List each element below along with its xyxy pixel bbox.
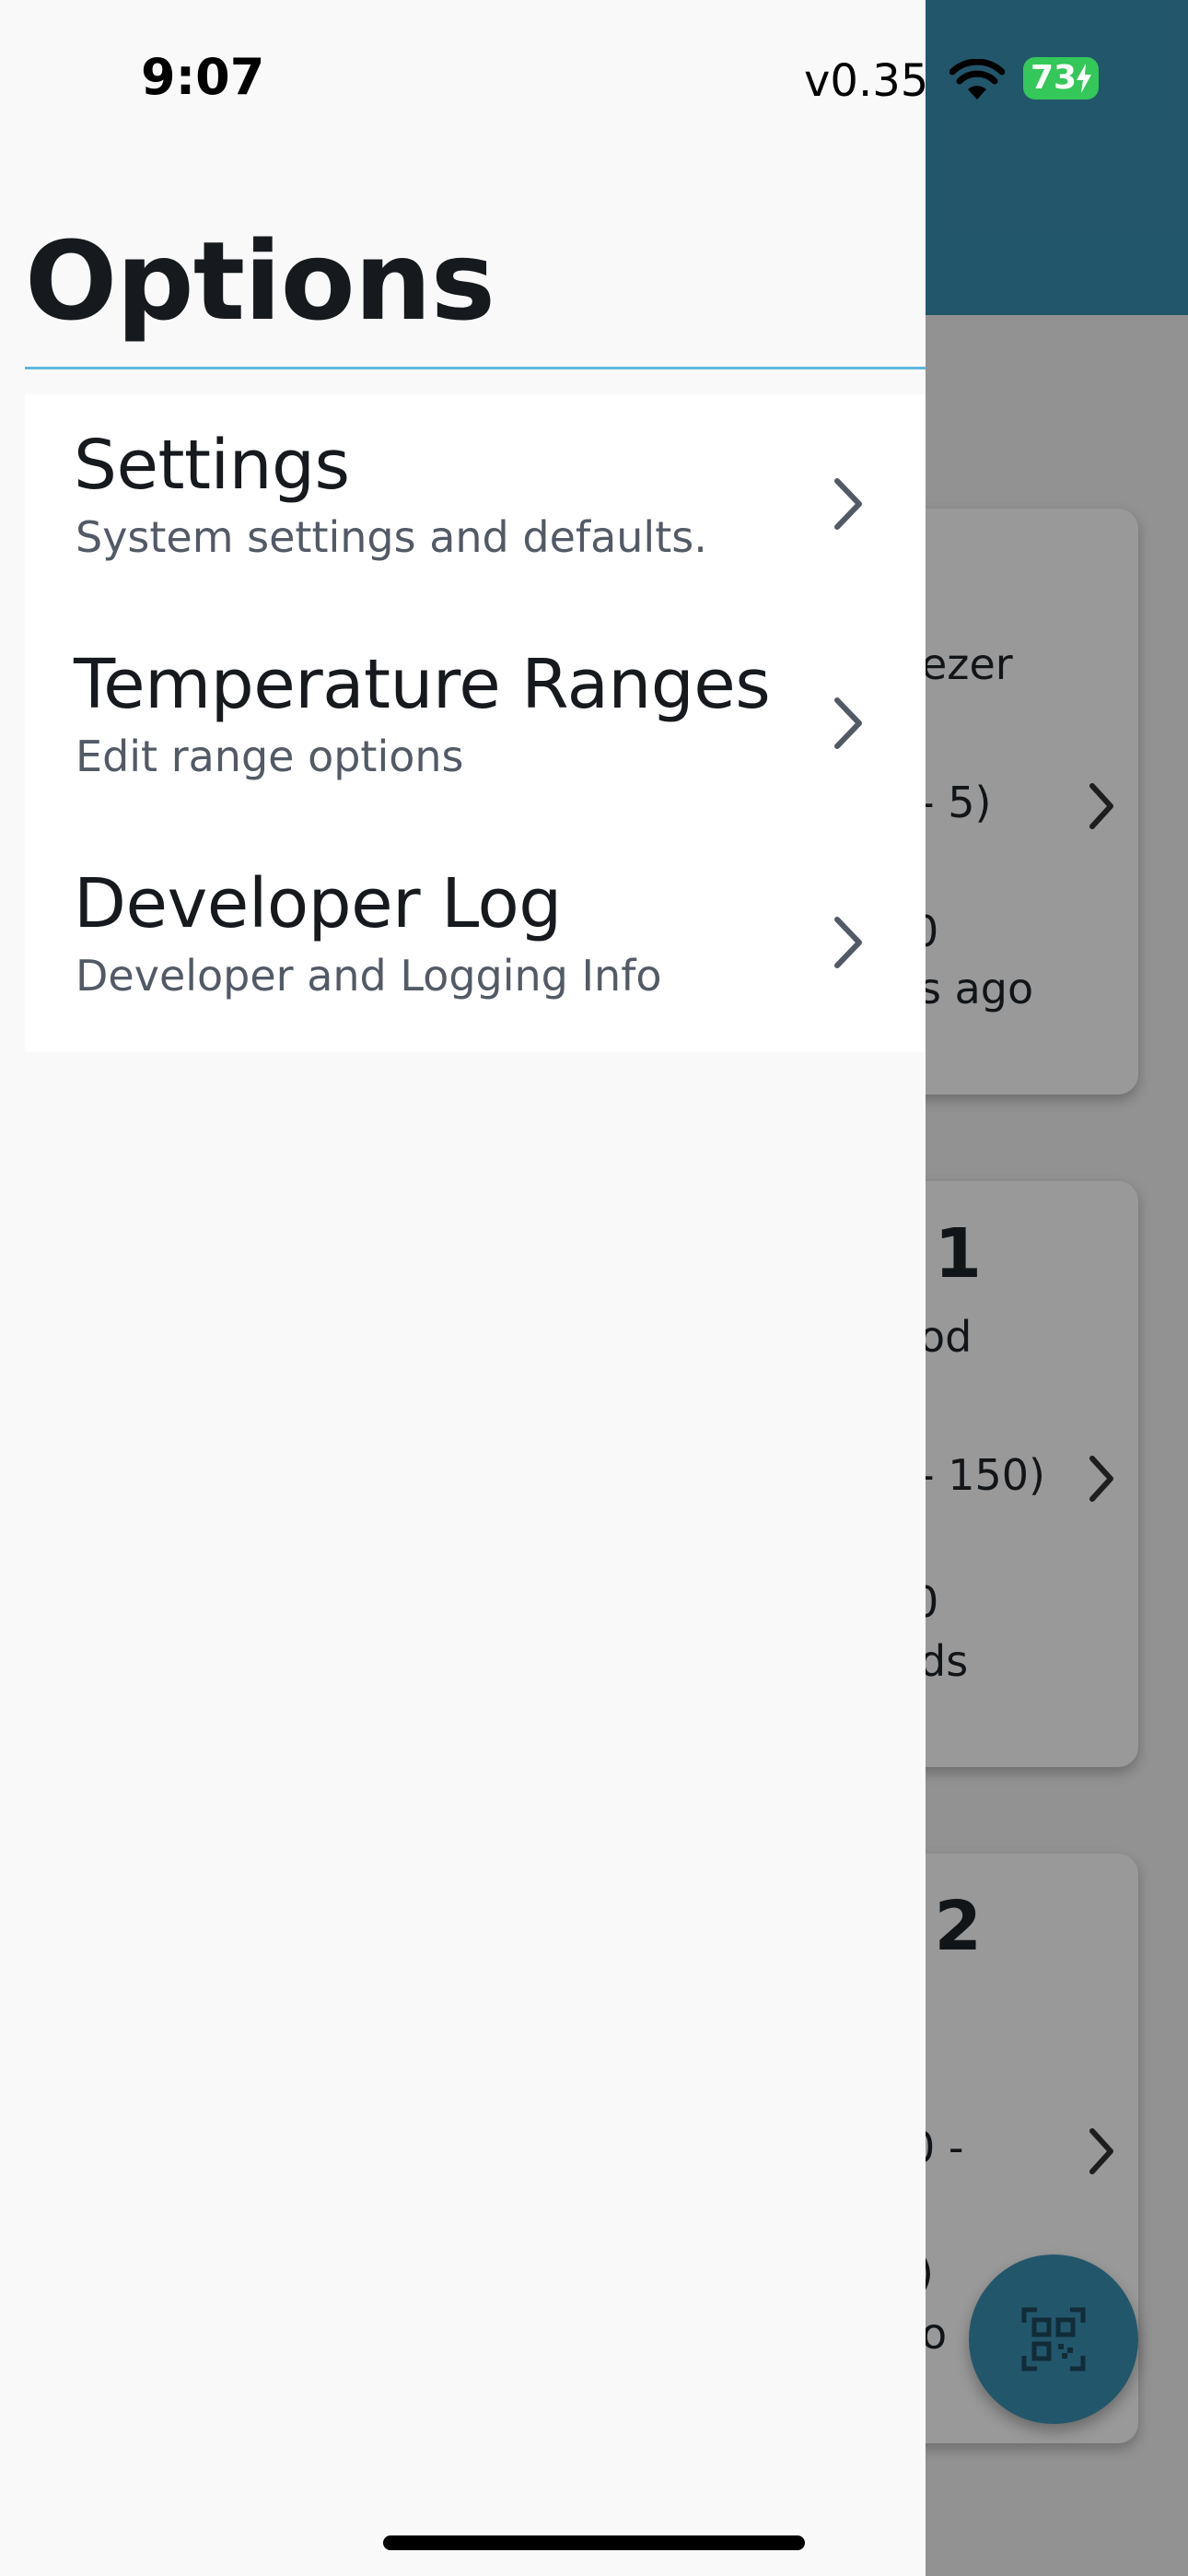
menu-item-label: Settings xyxy=(74,426,350,505)
chevron-right-icon xyxy=(834,478,862,530)
battery-indicator: 73 xyxy=(1023,57,1099,100)
chevron-right-icon xyxy=(834,697,862,749)
menu-item-subtitle: Edit range options xyxy=(76,732,464,781)
menu-item-temperature-ranges[interactable]: Temperature Ranges Edit range options xyxy=(25,614,926,833)
menu-item-label: Developer Log xyxy=(74,864,562,943)
chevron-right-icon xyxy=(834,917,862,968)
status-time: 9:07 xyxy=(141,48,265,106)
menu-item-settings[interactable]: Settings System settings and defaults. xyxy=(25,394,926,614)
menu-item-label: Temperature Ranges xyxy=(74,645,771,724)
options-drawer: Options Settings System settings and def… xyxy=(0,0,926,2576)
drawer-title: Options xyxy=(25,217,495,345)
app-version: v0.35 xyxy=(804,55,929,107)
wifi-icon xyxy=(949,59,1005,100)
divider xyxy=(25,367,926,369)
menu-item-subtitle: System settings and defaults. xyxy=(76,512,707,562)
menu-item-subtitle: Developer and Logging Info xyxy=(76,951,662,1001)
menu-item-developer-log[interactable]: Developer Log Developer and Logging Info xyxy=(25,833,926,1052)
home-indicator[interactable] xyxy=(383,2535,805,2550)
battery-level: 73 xyxy=(1031,59,1077,97)
charging-bolt-icon xyxy=(1077,64,1091,93)
options-menu: Settings System settings and defaults. T… xyxy=(25,394,926,1052)
screen: ezer - 5) 0 s ago - 1 od - 150) 0 ds - 2… xyxy=(0,0,1188,2576)
